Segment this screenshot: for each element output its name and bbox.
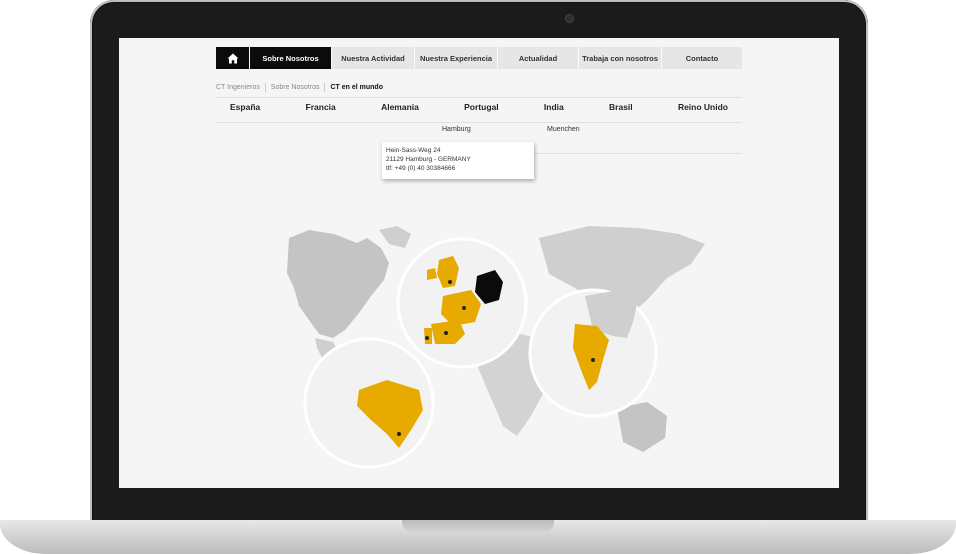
country-tab-espana[interactable]: España bbox=[230, 102, 260, 118]
uk-marker-icon[interactable] bbox=[448, 280, 452, 284]
nav-item-trabaja-con-nosotros[interactable]: Trabaja con nosotros bbox=[578, 47, 661, 69]
nav-item-contacto[interactable]: Contacto bbox=[661, 47, 742, 69]
breadcrumb-link-ct-ingenieros[interactable]: CT Ingenieros bbox=[216, 84, 260, 91]
tooltip-phone: tlf: +49 (0) 40 30384666 bbox=[386, 165, 456, 172]
breadcrumb: CT Ingenieros Sobre Nosotros CT en el mu… bbox=[216, 80, 383, 94]
nav-item-label: Sobre Nosotros bbox=[262, 53, 319, 63]
city-tab-hamburg[interactable]: Hamburg bbox=[442, 126, 471, 133]
nav-item-nuestra-actividad[interactable]: Nuestra Actividad bbox=[331, 47, 414, 69]
portugal-shape[interactable] bbox=[424, 328, 432, 344]
browser-screen: Sobre Nosotros Nuestra Actividad Nuestra… bbox=[119, 38, 839, 488]
india-marker-icon[interactable] bbox=[591, 358, 595, 362]
divider bbox=[216, 122, 742, 123]
country-tab-india[interactable]: India bbox=[544, 102, 564, 118]
greenland-shape bbox=[379, 226, 411, 248]
country-tab-reino-unido[interactable]: Reino Unido bbox=[678, 102, 728, 118]
north-america-shape bbox=[287, 230, 389, 338]
breadcrumb-separator bbox=[264, 82, 266, 92]
nav-item-nuestra-experiencia[interactable]: Nuestra Experiencia bbox=[414, 47, 497, 69]
nav-item-sobre-nosotros[interactable]: Sobre Nosotros bbox=[249, 47, 331, 69]
nav-item-actualidad[interactable]: Actualidad bbox=[497, 47, 578, 69]
brazil-marker-icon[interactable] bbox=[397, 432, 401, 436]
france-marker-icon[interactable] bbox=[462, 306, 466, 310]
nav-item-label: Nuestra Actividad bbox=[341, 53, 405, 63]
country-tabs: España Francia Alemania Portugal India B… bbox=[216, 102, 742, 118]
australia-shape bbox=[617, 402, 667, 452]
nav-item-label: Contacto bbox=[685, 53, 719, 63]
nav-item-label: Actualidad bbox=[518, 53, 558, 63]
country-tab-portugal[interactable]: Portugal bbox=[464, 102, 498, 118]
tooltip-address: Hein-Sass-Weg 24 bbox=[386, 147, 441, 154]
country-tab-brasil[interactable]: Brasil bbox=[609, 102, 633, 118]
breadcrumb-separator bbox=[324, 82, 326, 92]
country-tab-alemania[interactable]: Alemania bbox=[381, 102, 419, 118]
divider bbox=[216, 97, 742, 98]
divider bbox=[534, 153, 742, 154]
laptop-notch bbox=[402, 520, 554, 532]
portugal-marker-icon[interactable] bbox=[425, 336, 429, 340]
nav-item-label: Nuestra Experiencia bbox=[419, 53, 493, 63]
office-address-tooltip: Hein-Sass-Weg 24 21129 Hamburg - GERMANY… bbox=[382, 142, 534, 179]
nav-item-label: Trabaja con nosotros bbox=[582, 53, 658, 63]
country-tab-francia[interactable]: Francia bbox=[306, 102, 336, 118]
city-tab-muenchen[interactable]: Muenchen bbox=[547, 126, 580, 133]
main-navigation: Sobre Nosotros Nuestra Actividad Nuestra… bbox=[216, 47, 742, 69]
camera-icon bbox=[566, 15, 573, 22]
spain-marker-icon[interactable] bbox=[444, 331, 448, 335]
nav-home-button[interactable] bbox=[216, 47, 249, 69]
breadcrumb-link-sobre-nosotros[interactable]: Sobre Nosotros bbox=[271, 84, 320, 91]
tooltip-city: 21129 Hamburg - GERMANY bbox=[386, 156, 471, 163]
breadcrumb-current: CT en el mundo bbox=[330, 83, 383, 91]
home-icon bbox=[227, 53, 238, 63]
